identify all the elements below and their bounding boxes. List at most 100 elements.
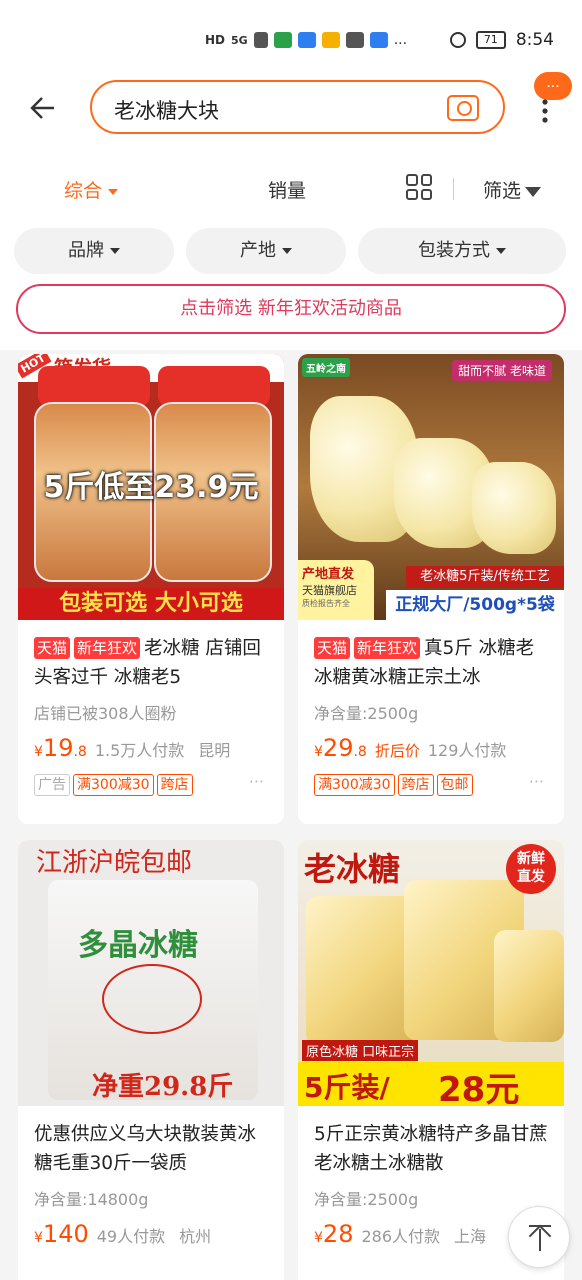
cross-store-badge: 跨店: [156, 774, 193, 796]
arrow-stem: [539, 1229, 541, 1251]
status-icons: HD 5G ...: [205, 32, 407, 48]
discount-badge: 满300减30: [73, 774, 154, 796]
product-image[interactable]: 江浙沪皖包邮 多晶冰糖 净重29.8斤: [18, 840, 284, 1106]
origin-flag-line1: 产地直发: [302, 567, 355, 582]
filter-chips: 品牌 产地 包装方式: [0, 222, 582, 284]
price-integer: 28: [322, 1220, 354, 1248]
grid-view-icon[interactable]: [406, 174, 432, 200]
status-bar: HD 5G ... 71 8:54: [0, 0, 582, 80]
status-right: 71 8:54: [449, 30, 554, 50]
alarm-icon: [449, 32, 466, 48]
chevron-down-icon: [496, 248, 506, 254]
jar-lid: [38, 366, 150, 406]
product-info: 天猫 新年狂欢 老冰糖 店铺回头客过千 冰糖老5 店铺已被308人圈粉 ¥19.8 1…: [18, 620, 284, 804]
signal-bars-icon: [253, 32, 268, 48]
sort-comprehensive-label: 综合: [64, 180, 103, 202]
product-info: 天猫 新年狂欢 真5斤 冰糖老冰糖黄冰糖正宗土冰 净含量:2500g ¥29.8 折后…: [298, 620, 564, 804]
more-menu-icon[interactable]: [542, 98, 548, 124]
product-subtitle: 店铺已被308人圈粉: [34, 704, 177, 723]
back-arrow-glyph: [30, 97, 54, 119]
image-caption-bottom-1: 5斤装/: [304, 1071, 390, 1104]
product-card[interactable]: 江浙沪皖包邮 多晶冰糖 净重29.8斤 优惠供应义乌大块散装黄冰糖毛重30斤一袋…: [18, 840, 284, 1280]
currency-symbol: ¥: [34, 1230, 43, 1246]
crystal-sugar-image: [472, 462, 556, 554]
chip-brand-label: 品牌: [68, 240, 104, 261]
alipay-icon: [297, 32, 316, 48]
newyear-tag: 新年狂欢: [74, 637, 141, 659]
product-image[interactable]: 五岭之南 甜而不腻 老味道 产地直发 天猫旗舰店 质检报告齐全 老冰糖5斤装/传…: [298, 354, 564, 620]
cross-store-badge: 跨店: [397, 774, 434, 796]
product-info: 优惠供应义乌大块散装黄冰糖毛重30斤一袋质 净含量:14800g ¥140 49人…: [18, 1106, 284, 1252]
currency-symbol: ¥: [314, 1230, 323, 1246]
newyear-tag: 新年狂欢: [354, 637, 421, 659]
image-caption-top: 甜而不腻 老味道: [452, 360, 552, 381]
more-options-icon[interactable]: ···: [249, 772, 264, 791]
brand-logo-icon: [102, 964, 202, 1034]
promo-badges: 广告 满300减30 跨店 ···: [34, 772, 268, 804]
fresh-badge: 新鲜直发: [506, 844, 556, 894]
sugar-block-image: [306, 896, 418, 1046]
tmall-tag: 天猫: [34, 637, 71, 659]
image-caption-bottom: 净重29.8斤: [92, 1072, 234, 1102]
origin-flag: 产地直发 天猫旗舰店 质检报告齐全: [298, 560, 374, 620]
image-caption-main: 5斤低至23.9元: [43, 470, 259, 505]
promo-banner[interactable]: 点击筛选 新年狂欢活动商品: [16, 284, 566, 334]
more-options-icon[interactable]: ···: [529, 772, 544, 791]
sold-count: 286人付款: [361, 1227, 441, 1246]
search-box[interactable]: 老冰糖大块: [90, 80, 505, 134]
product-title[interactable]: 优惠供应义乌大块散装黄冰糖毛重30斤一袋质: [34, 1120, 268, 1178]
chip-packaging[interactable]: 包装方式: [358, 228, 566, 274]
origin-flag-line2: 天猫旗舰店: [302, 584, 357, 597]
chevron-down-icon: [110, 248, 120, 254]
chip-brand[interactable]: 品牌: [14, 228, 174, 274]
product-image[interactable]: 老冰糖 新鲜直发 原色冰糖 口味正宗 5斤装/ 28元: [298, 840, 564, 1106]
product-card[interactable]: 五岭之南 甜而不腻 老味道 产地直发 天猫旗舰店 质检报告齐全 老冰糖5斤装/传…: [298, 354, 564, 824]
camera-search-icon[interactable]: [447, 95, 479, 121]
image-caption-bottom-2: 正规大厂/500g*5袋: [386, 590, 564, 620]
hd-indicator: HD: [205, 33, 226, 47]
network-5g-indicator: 5G: [231, 33, 248, 47]
promo-badges: 满300减30 跨店 包邮 ···: [314, 772, 548, 804]
product-title[interactable]: 天猫 新年狂欢 老冰糖 店铺回头客过千 冰糖老5: [34, 634, 268, 692]
product-subtitle: 净含量:14800g: [34, 1190, 149, 1209]
fresh-badge-text: 新鲜直发: [517, 851, 545, 885]
price-integer: 29: [322, 734, 354, 762]
more-menu-badge[interactable]: ...: [534, 72, 572, 100]
dropdown-triangle-icon: [108, 188, 119, 195]
sort-comprehensive[interactable]: 综合: [64, 176, 119, 203]
back-to-top-button[interactable]: [508, 1206, 570, 1268]
promo-area: 点击筛选 新年狂欢活动商品: [0, 284, 582, 350]
search-header: 老冰糖大块 ...: [0, 72, 582, 152]
price-line: ¥29.8 折后价 129人付款: [314, 734, 548, 766]
price-integer: 140: [42, 1220, 89, 1248]
currency-symbol: ¥: [34, 744, 43, 760]
image-caption-top: 老冰糖: [304, 850, 401, 888]
product-subtitle: 净含量:2500g: [314, 1190, 419, 1209]
ad-badge: 广告: [34, 774, 70, 796]
price-line: ¥140 49人付款 杭州: [34, 1220, 268, 1252]
product-title[interactable]: 5斤正宗黄冰糖特产多晶甘蔗老冰糖土冰糖散: [314, 1120, 548, 1178]
vertical-dots-glyph: [542, 99, 548, 123]
chip-origin-label: 产地: [240, 240, 276, 261]
price-integer: 19: [42, 734, 74, 762]
chip-origin[interactable]: 产地: [186, 228, 346, 274]
ship-city: 上海: [454, 1227, 487, 1246]
product-card[interactable]: 箱发货 HOT 5斤低至23.9元 包装可选 大小可选 天猫新年狂欢老冰糖 店铺…: [18, 354, 284, 824]
brand-logo: 五岭之南: [302, 358, 350, 377]
message-icon: [345, 32, 364, 48]
price-decimal: .8: [73, 744, 87, 760]
battery-indicator: 71: [475, 31, 506, 49]
currency-symbol: ¥: [314, 744, 323, 760]
sold-count: 49人付款: [96, 1227, 166, 1246]
product-title[interactable]: 天猫 新年狂欢 真5斤 冰糖老冰糖黄冰糖正宗土冰: [314, 634, 548, 692]
filter-button[interactable]: 筛选: [483, 176, 542, 203]
wechat-icon: [273, 32, 292, 48]
image-caption-bottom: 包装可选 大小可选: [18, 588, 284, 620]
product-image[interactable]: 箱发货 HOT 5斤低至23.9元 包装可选 大小可选: [18, 354, 284, 620]
divider: [453, 178, 454, 200]
back-arrow-icon[interactable]: [28, 94, 62, 124]
search-input[interactable]: 老冰糖大块: [114, 95, 219, 125]
sort-sales[interactable]: 销量: [268, 176, 306, 203]
funnel-icon: [525, 186, 542, 197]
image-caption-bottom: 5斤装/ 28元: [298, 1062, 564, 1106]
